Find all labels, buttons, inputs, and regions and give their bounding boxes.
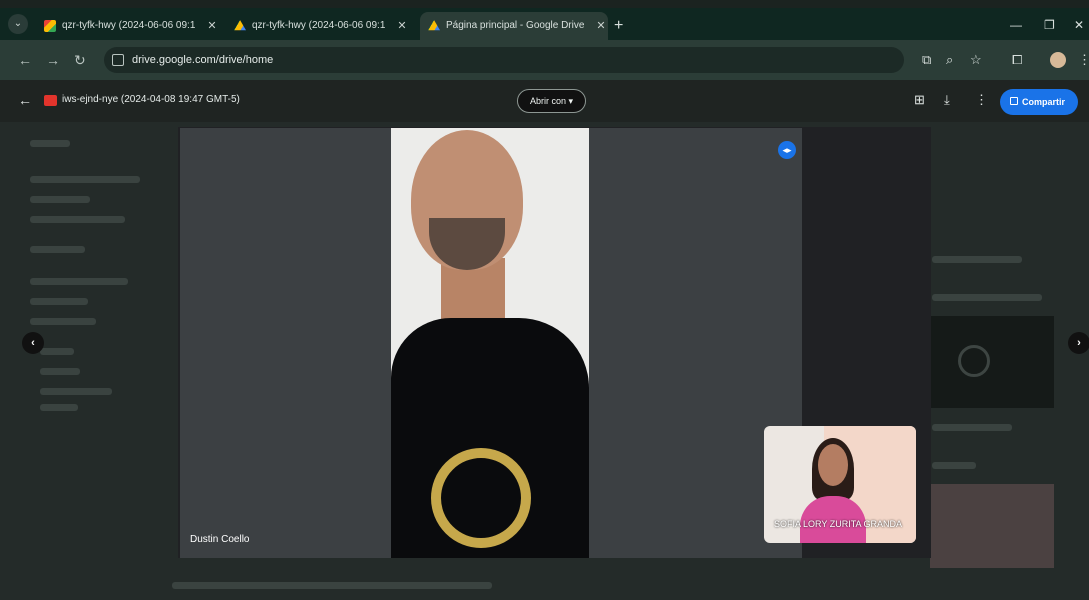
reload-icon[interactable]: ↻ [74, 52, 86, 69]
main-participant-name: Dustin Coello [190, 534, 250, 545]
tab-drive-recording[interactable]: qzr-tyfk-hwy (2024-06-06 09:1 ✕ [226, 12, 416, 40]
add-comment-icon[interactable]: ⊞ [914, 92, 925, 108]
site-info-icon[interactable] [112, 54, 124, 66]
tab-google-drive[interactable]: Página principal - Google Drive ✕ [420, 12, 608, 40]
ghost-text [30, 176, 140, 183]
ghost-text [30, 216, 125, 223]
tab-label: Página principal - Google Drive [446, 20, 585, 31]
drive-icon [234, 20, 246, 31]
install-app-icon[interactable]: ⧉ [922, 52, 931, 68]
file-name: iws-ejnd-nye (2024-04-08 19:47 GMT-5) [62, 94, 240, 105]
more-actions-icon[interactable]: ⋮ [975, 92, 988, 108]
tab-label: qzr-tyfk-hwy (2024-06-06 09:1 [62, 20, 196, 31]
tab-gmail-recording[interactable]: qzr-tyfk-hwy (2024-06-06 09:1 ✕ [36, 12, 226, 40]
pip-participant-name: SOFIA LORY ZURITA GRANDA [774, 519, 903, 529]
restore-icon[interactable]: ❐ [1044, 18, 1055, 32]
close-viewer-back-icon[interactable]: ← [18, 92, 32, 108]
ghost-text [932, 424, 1012, 431]
open-with-button[interactable]: Abrir con ▾ [517, 89, 587, 113]
ghost-text [40, 368, 80, 375]
forward-icon[interactable]: → [46, 52, 60, 68]
previous-file-button[interactable]: ‹ [22, 332, 44, 354]
zoom-icon[interactable]: ⌕ [946, 52, 953, 68]
ghost-text [172, 582, 492, 589]
minimize-icon[interactable]: — [1010, 18, 1022, 32]
ghost-text [40, 388, 112, 395]
lock-icon [1010, 97, 1018, 105]
ghost-text [40, 348, 74, 355]
open-with-label: Abrir con [530, 96, 567, 106]
drive-icon [428, 20, 440, 31]
ghost-text [932, 256, 1022, 263]
close-icon[interactable]: ✕ [207, 12, 216, 40]
close-icon[interactable]: ✕ [397, 12, 406, 40]
browser-menu-icon[interactable]: ⋮ [1078, 52, 1089, 68]
chevron-down-icon: ▾ [568, 96, 574, 106]
close-window-icon[interactable]: ✕ [1074, 18, 1084, 32]
shirt-emblem [431, 448, 531, 548]
main-participant-video [391, 128, 589, 558]
ghost-photo-thumbnail [930, 484, 1054, 568]
ghost-text [30, 196, 90, 203]
close-icon[interactable]: ✕ [596, 12, 605, 40]
gmail-icon [44, 20, 56, 32]
url-text: drive.google.com/drive/home [132, 54, 274, 66]
breadcrumb-footer [0, 574, 1089, 600]
ghost-text [30, 246, 85, 253]
video-file-icon [44, 95, 57, 106]
share-button[interactable]: Compartir [1000, 89, 1078, 115]
next-file-button[interactable]: › [1068, 332, 1089, 354]
back-icon[interactable]: ← [18, 52, 32, 68]
play-icon [958, 345, 990, 377]
ghost-video-thumbnail [930, 316, 1054, 408]
ghost-text [932, 294, 1042, 301]
participant-face [818, 444, 848, 486]
file-viewer-header: ← iws-ejnd-nye (2024-04-08 19:47 GMT-5) … [0, 80, 1089, 122]
ghost-text [30, 318, 96, 325]
new-tab-button[interactable]: + [614, 17, 623, 35]
ghost-text [30, 278, 128, 285]
address-toolbar: ← → ↻ drive.google.com/drive/home ⧉ ⌕ ☆ … [0, 40, 1089, 80]
profile-avatar[interactable] [1050, 52, 1066, 68]
url-field[interactable]: drive.google.com/drive/home [104, 47, 904, 73]
audio-indicator-icon: ◂▸ [778, 141, 796, 159]
browser-tab-strip: ⌄ qzr-tyfk-hwy (2024-06-06 09:1 ✕ qzr-ty… [0, 8, 1089, 40]
ghost-text [932, 462, 976, 469]
ghost-text [40, 404, 78, 411]
ghost-text [30, 140, 70, 147]
tab-search-icon[interactable]: ⌄ [8, 14, 28, 34]
tab-label: qzr-tyfk-hwy (2024-06-06 09:1 [252, 20, 386, 31]
download-icon[interactable]: ⤓ [944, 92, 950, 108]
bookmark-star-icon[interactable]: ☆ [970, 52, 982, 68]
ghost-text [30, 298, 88, 305]
extensions-icon[interactable]: ⧠ [1012, 52, 1022, 68]
share-label: Compartir [1022, 97, 1066, 107]
